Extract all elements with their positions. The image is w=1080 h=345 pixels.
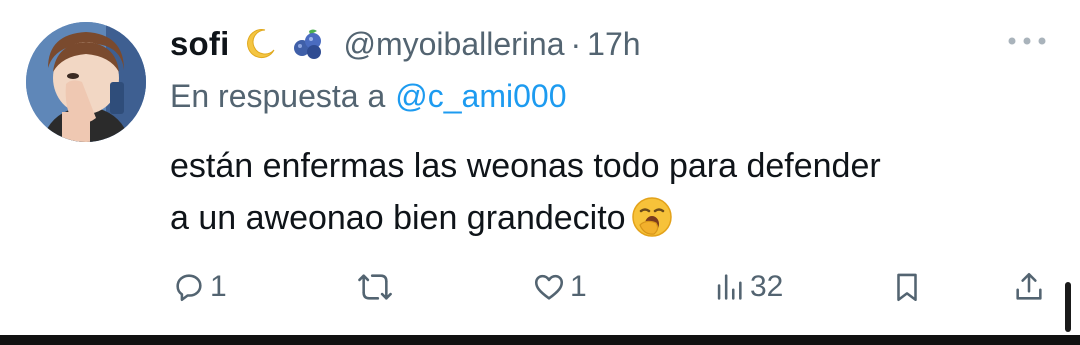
- blueberries-icon: [291, 27, 325, 61]
- action-bar: 1 1 32: [170, 262, 1050, 312]
- views-button[interactable]: 32: [712, 262, 783, 312]
- share-button[interactable]: [1012, 262, 1046, 312]
- like-count: 1: [570, 270, 587, 303]
- avatar[interactable]: [26, 22, 146, 142]
- avatar-image: [26, 22, 146, 142]
- reply-mention-link[interactable]: @c_ami000: [395, 78, 566, 114]
- reply-context: En respuesta a @c_ami000: [170, 78, 566, 115]
- user-handle[interactable]: @myoiballerina: [343, 26, 564, 63]
- tweet-text-line-2-content: a un aweonao bien grandecito: [170, 199, 626, 237]
- crescent-moon-icon: [243, 27, 277, 61]
- share-icon: [1016, 272, 1042, 300]
- tweet-text: están enfermas las weonas todo para defe…: [170, 140, 1050, 244]
- tweet-header: sofi @myoiballerina · 17h: [170, 20, 641, 68]
- reply-count: 1: [210, 270, 227, 303]
- retweet-button[interactable]: [356, 262, 398, 312]
- timestamp[interactable]: 17h: [587, 26, 640, 63]
- bottom-divider: [0, 335, 1080, 345]
- tweet-text-line-1: están enfermas las weonas todo para defe…: [170, 147, 881, 185]
- retweet-icon: [358, 274, 392, 300]
- like-button[interactable]: 1: [532, 262, 587, 312]
- reply-prefix: En respuesta a: [170, 78, 386, 114]
- scrollbar-thumb[interactable]: [1065, 282, 1071, 332]
- bookmark-icon: [897, 273, 917, 302]
- bookmark-button[interactable]: [890, 262, 924, 312]
- more-dots-icon: [1008, 37, 1046, 45]
- heart-icon: [534, 274, 564, 300]
- more-options-button[interactable]: [1004, 26, 1050, 56]
- reply-button[interactable]: 1: [172, 262, 227, 312]
- reply-icon: [176, 274, 202, 302]
- tweet[interactable]: sofi @myoiballerina · 17h En respuesta a…: [0, 0, 1080, 330]
- tweet-text-line-2: a un aweonao bien grandecito: [170, 192, 1050, 244]
- views-count: 32: [750, 270, 784, 303]
- views-chart-icon: [717, 274, 742, 300]
- display-name[interactable]: sofi: [170, 25, 229, 63]
- yawning-face-icon: [630, 195, 674, 239]
- separator-dot: ·: [570, 25, 582, 62]
